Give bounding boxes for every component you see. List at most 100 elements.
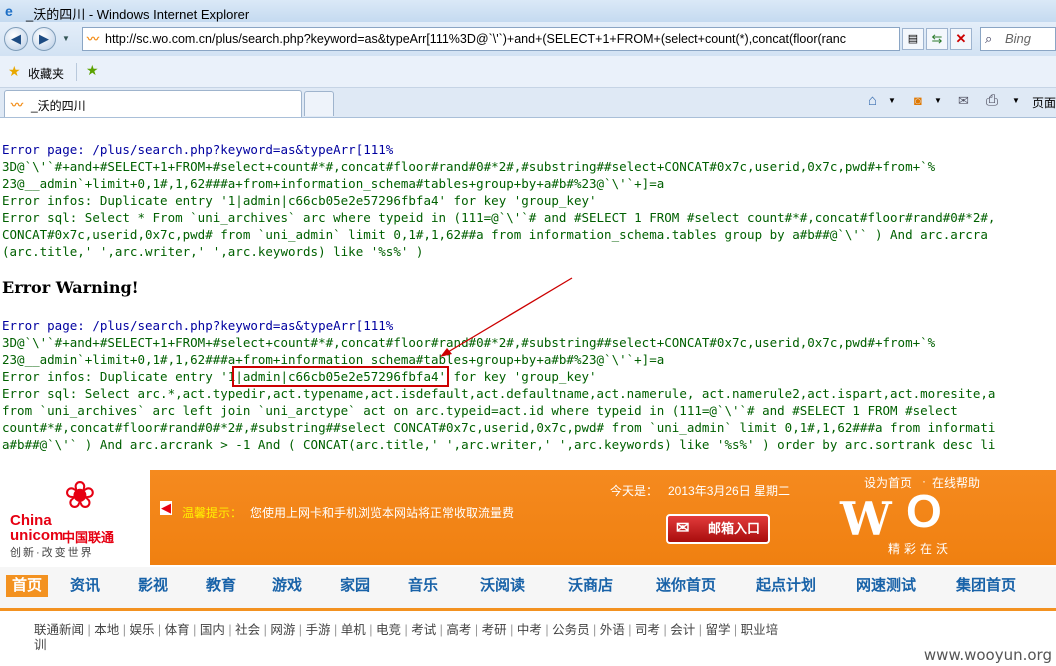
stop-icon[interactable]: ✕ xyxy=(950,28,972,50)
sub-nav-separator: | xyxy=(84,623,95,637)
search-placeholder: Bing xyxy=(1005,31,1032,46)
sub-nav-item[interactable]: 会计 xyxy=(670,623,695,637)
sub-nav-item[interactable]: 社会 xyxy=(235,623,260,637)
sub-nav-item[interactable]: 公务员 xyxy=(552,623,590,637)
sub-nav-item[interactable]: 国内 xyxy=(200,623,225,637)
tab-label: _沃的四川 xyxy=(31,99,86,113)
sub-nav-separator: | xyxy=(400,623,412,637)
sub-nav-separator: | xyxy=(260,623,271,637)
new-tab-button[interactable] xyxy=(304,91,334,116)
sub-nav-item[interactable]: 外语 xyxy=(600,623,625,637)
nav-start-plan[interactable]: 起点计划 xyxy=(756,575,816,597)
sub-nav-separator: | xyxy=(695,623,706,637)
sub-nav-item[interactable]: 本地 xyxy=(94,623,119,637)
page-menu[interactable]: 页面 xyxy=(1032,94,1056,111)
sub-nav-item[interactable]: 职业培 xyxy=(741,623,779,637)
sub-nav-item[interactable]: 体育 xyxy=(165,623,190,637)
notice-label: 温馨提示： xyxy=(182,506,243,520)
unicom-knot-icon: ❀ xyxy=(64,475,96,517)
sub-nav-item[interactable]: 网游 xyxy=(270,623,295,637)
sub-nav-separator: | xyxy=(589,623,600,637)
compat-view-icon[interactable]: ▤ xyxy=(902,28,924,50)
sub-nav-separator: | xyxy=(189,623,200,637)
site-header: ❀ China unicom 中国联通 创新·改变世界 今天是： 2013年3月… xyxy=(0,470,1056,666)
sub-nav-separator: | xyxy=(224,623,236,637)
search-box[interactable]: ⌕ Bing xyxy=(980,27,1056,51)
set-homepage-link[interactable]: 设为首页 xyxy=(864,474,912,491)
sub-nav-separator: | xyxy=(365,623,376,637)
sub-nav-separator: | xyxy=(506,623,517,637)
home-dropdown-icon[interactable]: ▼ xyxy=(888,96,896,105)
nav-games[interactable]: 游戏 xyxy=(272,575,302,597)
nav-education[interactable]: 教育 xyxy=(206,575,236,597)
nav-speed-test[interactable]: 网速测试 xyxy=(856,575,916,597)
sub-nav-separator: | xyxy=(295,623,306,637)
sub-nav-separator: | xyxy=(660,623,671,637)
mailbox-icon: ✉ xyxy=(676,520,690,537)
back-button[interactable]: ◀ xyxy=(4,27,28,51)
sub-nav-item[interactable]: 单机 xyxy=(341,623,366,637)
favorites-star-icon[interactable]: ★ xyxy=(8,63,21,80)
feeds-icon[interactable]: ◙ xyxy=(914,93,922,108)
favorites-label[interactable]: 收藏夹 xyxy=(28,65,64,82)
sub-nav-item[interactable]: 高考 xyxy=(446,623,471,637)
sub-nav-item[interactable]: 手游 xyxy=(306,623,331,637)
annotation-arrow xyxy=(440,277,573,357)
add-favorite-icon[interactable]: ★ xyxy=(86,62,99,79)
sub-nav-separator: | xyxy=(471,623,482,637)
print-icon[interactable]: ⎙ xyxy=(986,92,998,109)
tab-active[interactable]: 〰 _沃的四川 xyxy=(4,90,302,117)
refresh-icon[interactable]: ⇆ xyxy=(926,28,948,50)
sub-nav-item[interactable]: 司考 xyxy=(635,623,660,637)
wo-brand-o-icon: O xyxy=(906,485,942,537)
sub-nav-wrap[interactable]: 训 xyxy=(34,634,47,653)
history-dropdown-icon[interactable]: ▼ xyxy=(62,34,70,43)
address-url[interactable]: http://sc.wo.com.cn/plus/search.php?keyw… xyxy=(105,28,846,50)
wo-subtitle: 精彩在沃 xyxy=(888,542,953,556)
print-dropdown-icon[interactable]: ▼ xyxy=(1012,96,1020,105)
mail-icon[interactable]: ✉ xyxy=(958,93,969,109)
nav-home[interactable]: 首页 xyxy=(6,575,49,597)
nav-video[interactable]: 影视 xyxy=(138,575,168,597)
nav-mini-home[interactable]: 迷你首页 xyxy=(656,575,716,597)
navigation-bar: ◀ ▶ ▼ 〰 http://sc.wo.com.cn/plus/search.… xyxy=(0,22,1056,56)
speaker-icon: ◀ xyxy=(160,500,172,515)
sub-nav-item[interactable]: 电竞 xyxy=(376,623,401,637)
sub-nav-separator: | xyxy=(330,623,341,637)
wo-brand-icon: W xyxy=(840,492,892,546)
nav-wo-store[interactable]: 沃商店 xyxy=(568,575,613,597)
title-bar: e _沃的四川 - Windows Internet Explorer xyxy=(0,0,1056,22)
sub-nav-item[interactable]: 娱乐 xyxy=(129,623,154,637)
sub-nav-separator: | xyxy=(624,623,635,637)
sub-nav-separator: | xyxy=(154,623,165,637)
nav-wo-reading[interactable]: 沃阅读 xyxy=(480,575,525,597)
feeds-dropdown-icon[interactable]: ▼ xyxy=(934,96,942,105)
sub-nav-item[interactable]: 留学 xyxy=(705,623,730,637)
nav-news[interactable]: 资讯 xyxy=(70,575,100,597)
forward-button[interactable]: ▶ xyxy=(32,27,56,51)
divider xyxy=(76,63,77,81)
notice-text: 您使用上网卡和手机浏览本网站将正常收取流量费 xyxy=(250,506,515,520)
sub-nav-separator: | xyxy=(436,623,447,637)
tab-bar: 〰 _沃的四川 ⌂ ▼ ◙ ▼ ✉ ⎙ ▼ 页面 xyxy=(0,88,1056,118)
mailbox-button[interactable]: ✉ 邮箱入口 xyxy=(666,514,770,544)
home-icon[interactable]: ⌂ xyxy=(868,92,877,109)
nav-music[interactable]: 音乐 xyxy=(408,575,438,597)
sub-nav-item[interactable]: 中考 xyxy=(517,623,542,637)
sub-nav-separator: | xyxy=(730,623,741,637)
window-title: _沃的四川 - Windows Internet Explorer xyxy=(26,7,250,22)
site-favicon-icon: 〰 xyxy=(87,32,100,46)
site-nav: 首页 资讯 影视 教育 游戏 家园 音乐 沃阅读 沃商店 迷你首页 起点计划 网… xyxy=(0,567,1056,611)
nav-home-garden[interactable]: 家园 xyxy=(340,575,370,597)
ie-icon: e xyxy=(5,3,13,19)
nav-group-home[interactable]: 集团首页 xyxy=(956,575,1016,597)
unicom-logo[interactable]: ❀ China unicom 中国联通 创新·改变世界 xyxy=(0,470,150,565)
date-label: 今天是： xyxy=(610,484,659,498)
orange-banner: ❀ China unicom 中国联通 创新·改变世界 今天是： 2013年3月… xyxy=(0,470,1056,565)
sub-nav-separator: | xyxy=(541,623,553,637)
tab-favicon-icon: 〰 xyxy=(11,98,24,112)
address-bar[interactable]: 〰 http://sc.wo.com.cn/plus/search.php?ke… xyxy=(82,27,900,51)
sub-nav-separator: | xyxy=(119,623,130,637)
sub-nav-item[interactable]: 考试 xyxy=(411,623,436,637)
sub-nav-item[interactable]: 考研 xyxy=(482,623,507,637)
